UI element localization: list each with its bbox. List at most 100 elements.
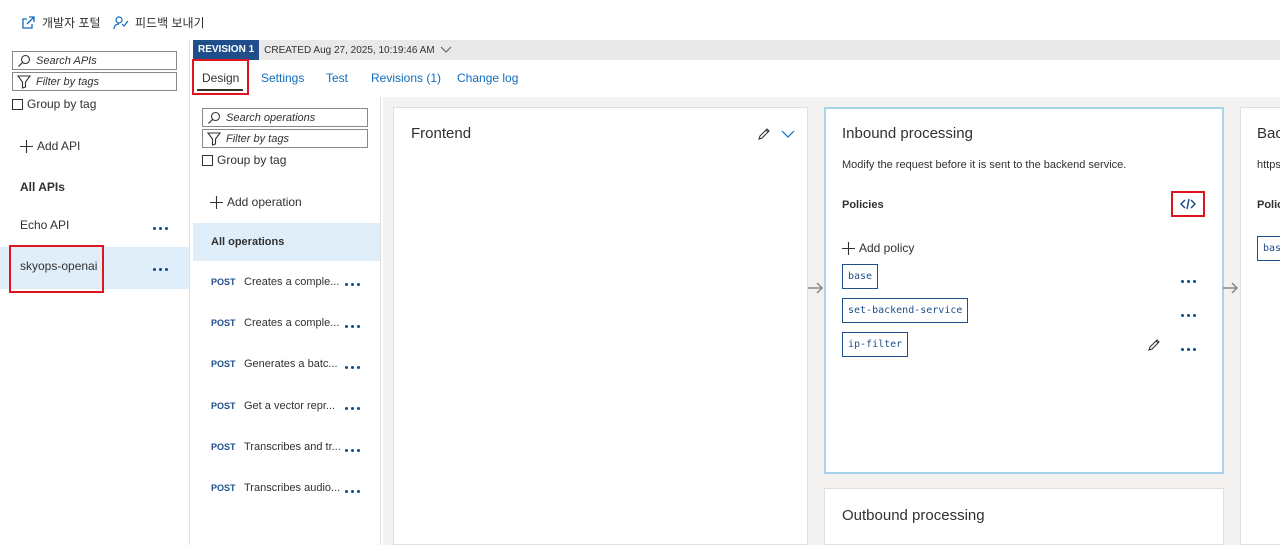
http-verb-badge: POST xyxy=(211,359,236,369)
add-api-button[interactable]: Add API xyxy=(20,139,80,153)
more-options-icon[interactable] xyxy=(1181,280,1196,283)
http-verb-badge: POST xyxy=(211,277,236,287)
group-by-tag-checkbox[interactable]: Group by tag xyxy=(12,97,96,111)
backend-policies-label: Polic xyxy=(1257,199,1280,211)
search-apis-input[interactable]: Search APIs xyxy=(12,51,177,70)
checkbox-box xyxy=(202,154,213,166)
feedback-button[interactable]: 피드백 보내기 xyxy=(113,14,205,31)
highlight-box xyxy=(192,59,249,95)
backend-url: https xyxy=(1257,159,1280,171)
operation-name: Generates a batc... xyxy=(244,358,338,370)
frontend-title: Frontend xyxy=(411,125,472,142)
filter-icon xyxy=(207,131,221,146)
search-icon xyxy=(208,111,221,124)
policy-base[interactable]: base xyxy=(842,264,879,289)
plus-icon xyxy=(20,139,33,153)
more-options-icon[interactable] xyxy=(345,325,360,328)
filter-operations-input[interactable]: Filter by tags xyxy=(202,129,368,148)
more-options-icon[interactable] xyxy=(153,227,168,230)
group-by-tag-label: Group by tag xyxy=(217,153,287,167)
all-apis-item[interactable]: All APIs xyxy=(20,180,65,194)
revision-bar: REVISION 1 CREATED Aug 27, 2025, 10:19:4… xyxy=(193,40,1280,60)
search-operations-input[interactable]: Search operations xyxy=(202,108,368,127)
chevron-down-icon[interactable] xyxy=(440,46,452,54)
highlight-box xyxy=(1171,191,1205,217)
flow-arrow-icon xyxy=(808,281,824,295)
top-toolbar: 개발자 포털 피드백 보내기 xyxy=(0,0,1280,40)
more-options-icon[interactable] xyxy=(345,283,360,286)
developer-portal-label: 개발자 포털 xyxy=(42,16,101,30)
add-policy-label: Add policy xyxy=(859,241,915,255)
all-operations-item[interactable]: All operations xyxy=(193,223,380,261)
add-operation-button[interactable]: Add operation xyxy=(210,195,302,209)
filter-apis-input[interactable]: Filter by tags xyxy=(12,72,177,91)
all-operations-label: All operations xyxy=(211,236,285,248)
operation-row[interactable]: POST Creates a comple... xyxy=(193,304,380,342)
more-options-icon[interactable] xyxy=(345,366,360,369)
operation-row[interactable]: POST Transcribes and tr... xyxy=(193,428,380,466)
api-item-echo[interactable]: Echo API xyxy=(0,207,189,247)
tab-test[interactable]: Test xyxy=(326,71,348,85)
tab-change-log[interactable]: Change log xyxy=(457,71,518,85)
tab-revisions[interactable]: Revisions (1) xyxy=(371,71,441,85)
checkbox-box xyxy=(12,98,23,110)
filter-apis-placeholder: Filter by tags xyxy=(36,75,99,88)
inbound-description: Modify the request before it is sent to … xyxy=(842,159,1127,171)
http-verb-badge: POST xyxy=(211,318,236,328)
operation-row[interactable]: POST Transcribes audio... xyxy=(193,469,380,507)
feedback-label: 피드백 보내기 xyxy=(135,16,205,30)
group-by-tag-label: Group by tag xyxy=(27,97,97,111)
api-list-panel: Search APIs Filter by tags Group by tag … xyxy=(0,40,190,545)
highlight-box xyxy=(9,245,104,293)
operation-row[interactable]: POST Generates a batc... xyxy=(193,345,380,383)
search-operations-placeholder: Search operations xyxy=(226,111,316,124)
policy-set-backend-service[interactable]: set-backend-service xyxy=(842,298,969,323)
operation-row[interactable]: POST Get a vector repr... xyxy=(193,387,380,425)
add-operation-label: Add operation xyxy=(227,195,302,209)
search-apis-placeholder: Search APIs xyxy=(36,54,97,67)
plus-icon xyxy=(210,195,223,209)
http-verb-badge: POST xyxy=(211,483,236,493)
operations-panel: Search operations Filter by tags Group b… xyxy=(193,97,381,545)
backend-policy-base[interactable]: bas xyxy=(1257,236,1280,261)
feedback-icon xyxy=(113,15,129,31)
group-by-tag-checkbox[interactable]: Group by tag xyxy=(202,153,286,167)
add-policy-button[interactable]: Add policy xyxy=(842,241,914,255)
more-options-icon[interactable] xyxy=(345,490,360,493)
http-verb-badge: POST xyxy=(211,442,236,452)
plus-icon xyxy=(842,241,855,255)
inbound-title: Inbound processing xyxy=(842,125,973,142)
add-api-label: Add API xyxy=(37,139,81,153)
revision-tag[interactable]: REVISION 1 xyxy=(193,40,260,60)
search-icon xyxy=(18,54,31,67)
chevron-down-icon[interactable] xyxy=(781,130,795,139)
filter-operations-placeholder: Filter by tags xyxy=(226,132,289,145)
operation-name: Transcribes and tr... xyxy=(244,441,341,453)
more-options-icon[interactable] xyxy=(1181,314,1196,317)
flow-arrow-icon xyxy=(1223,281,1239,295)
filter-icon xyxy=(17,74,31,89)
more-options-icon[interactable] xyxy=(345,407,360,410)
external-link-icon xyxy=(20,15,36,31)
developer-portal-button[interactable]: 개발자 포털 xyxy=(20,14,101,31)
policy-ip-filter[interactable]: ip-filter xyxy=(842,332,909,357)
operation-name: Get a vector repr... xyxy=(244,400,336,412)
more-options-icon[interactable] xyxy=(153,268,168,271)
outbound-title: Outbound processing xyxy=(842,507,985,524)
operation-name: Creates a comple... xyxy=(244,317,340,329)
operation-name: Creates a comple... xyxy=(244,276,340,288)
policies-label: Policies xyxy=(842,199,884,211)
pencil-icon[interactable] xyxy=(1147,338,1161,352)
revision-created: CREATED Aug 27, 2025, 10:19:46 AM xyxy=(264,44,435,56)
tab-settings[interactable]: Settings xyxy=(261,71,304,85)
backend-title: Backe xyxy=(1257,125,1280,142)
more-options-icon[interactable] xyxy=(1181,348,1196,351)
frontend-card xyxy=(393,107,808,545)
backend-card xyxy=(1240,107,1280,545)
more-options-icon[interactable] xyxy=(345,449,360,452)
operation-name: Transcribes audio... xyxy=(244,482,341,494)
pencil-icon[interactable] xyxy=(757,127,771,141)
http-verb-badge: POST xyxy=(211,401,236,411)
api-item-label: Echo API xyxy=(20,218,70,232)
operation-row[interactable]: POST Creates a comple... xyxy=(193,263,380,301)
